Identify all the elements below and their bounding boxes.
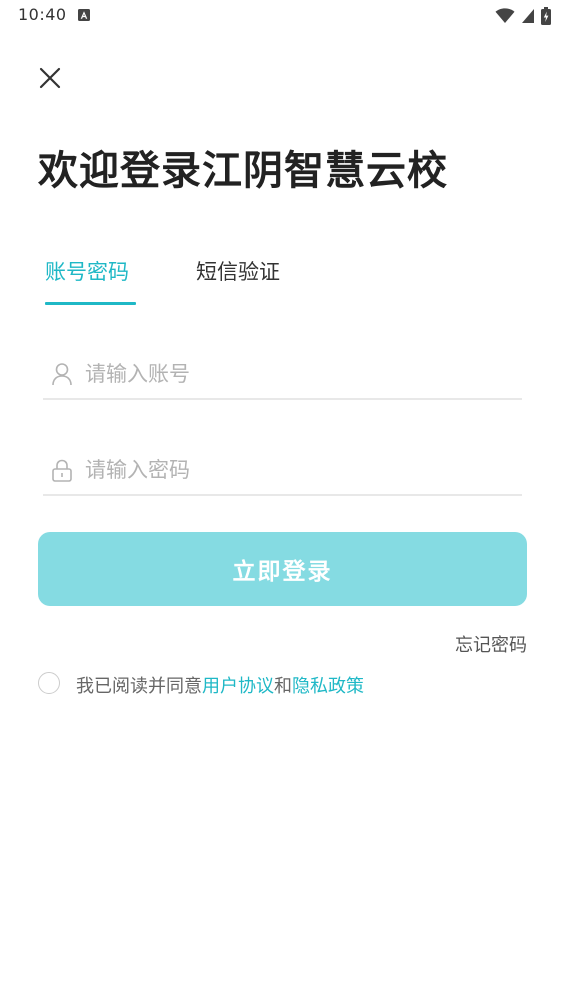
tab-active-indicator bbox=[45, 302, 136, 305]
agreement-text: 我已阅读并同意用户协议和隐私政策 bbox=[76, 672, 364, 698]
status-time: 10:40 bbox=[18, 5, 67, 24]
agreement-and: 和 bbox=[274, 676, 292, 697]
tab-sms-verification[interactable]: 短信验证 bbox=[196, 256, 280, 286]
account-field bbox=[43, 350, 522, 400]
password-input[interactable] bbox=[85, 452, 505, 488]
agreement-prefix: 我已阅读并同意 bbox=[76, 676, 202, 697]
forgot-password-link[interactable]: 忘记密码 bbox=[455, 631, 527, 657]
user-agreement-link[interactable]: 用户协议 bbox=[202, 676, 274, 697]
battery-charging-icon bbox=[541, 7, 551, 25]
lock-icon bbox=[52, 459, 72, 482]
wifi-icon bbox=[495, 8, 515, 23]
login-button[interactable]: 立即登录 bbox=[38, 532, 527, 606]
password-field bbox=[43, 446, 522, 496]
user-icon bbox=[52, 363, 72, 386]
status-bar: 10:40 bbox=[0, 0, 565, 32]
page-title: 欢迎登录江阴智慧云校 bbox=[38, 148, 448, 194]
tab-account-password[interactable]: 账号密码 bbox=[45, 256, 129, 286]
account-input[interactable] bbox=[85, 356, 505, 392]
close-button[interactable] bbox=[34, 62, 66, 94]
a-notification-icon bbox=[78, 9, 90, 21]
close-icon bbox=[39, 67, 61, 89]
status-icons bbox=[495, 6, 551, 26]
signal-icon bbox=[522, 9, 534, 23]
privacy-policy-link[interactable]: 隐私政策 bbox=[292, 676, 364, 697]
agreement-checkbox[interactable] bbox=[38, 672, 60, 694]
